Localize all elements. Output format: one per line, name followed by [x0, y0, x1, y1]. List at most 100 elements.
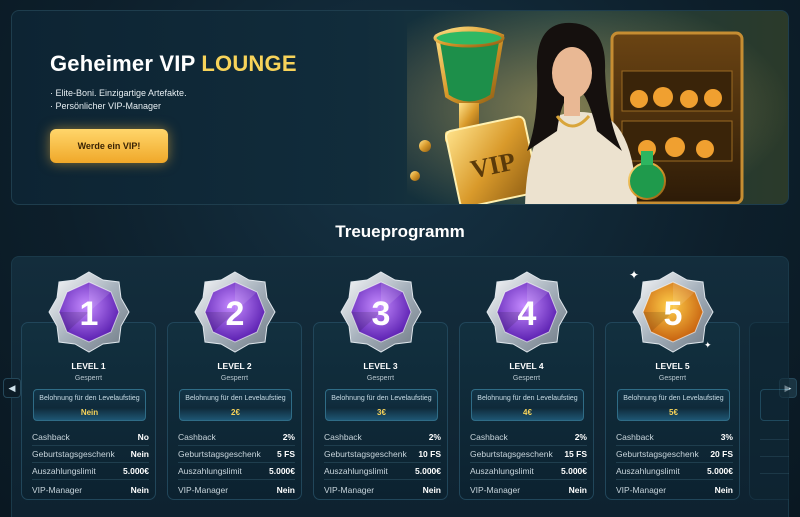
benefit-row-manager: VIP-Manager Nein: [470, 481, 587, 498]
level-up-reward: Belohnung für den Levelaufstieg Nein: [33, 389, 146, 421]
sparkle-icon: ✦: [629, 268, 640, 282]
benefit-label: Geburtstagsgeschenk: [324, 449, 407, 459]
benefit-value: 20 FS: [710, 449, 733, 459]
benefit-row-birthday: Geburtstagsgeschenk 10 FS: [324, 446, 441, 463]
level-name: LEVEL 2: [217, 361, 252, 371]
benefit-label: Geburtstagsgeschenk: [470, 449, 553, 459]
benefit-row-cashback: Cashback No: [32, 429, 149, 446]
benefit-row-withdrawal: Auszahlungslimit 5.000€: [178, 463, 295, 480]
level-card-partial: [749, 322, 789, 500]
hero-title: Geheimer VIP LOUNGE: [50, 51, 297, 76]
level-status: Gesperrt: [74, 375, 103, 382]
benefit-value: 5 FS: [277, 449, 295, 459]
benefit-row-cashback: Cashback 2%: [324, 429, 441, 446]
level-up-reward: Belohnung für den Levelaufstieg 3€: [325, 389, 438, 421]
benefit-value: 2%: [574, 432, 587, 442]
level-up-reward: Belohnung für den Levelaufstieg 4€: [471, 389, 584, 421]
benefit-label: Cashback: [616, 432, 654, 442]
level-up-reward: Belohnung für den Levelaufstieg 5€: [617, 389, 730, 421]
benefit-value: No: [137, 432, 149, 442]
reward-label: Belohnung für den Levelaufstieg: [623, 395, 724, 402]
reward-value: 3€: [377, 408, 386, 417]
benefit-row-manager: VIP-Manager Nein: [616, 481, 733, 498]
sparkle-icon: ✦: [704, 340, 712, 350]
benefit-value: 5.000€: [561, 466, 587, 476]
benefit-value: 5.000€: [707, 466, 733, 476]
benefit-label: Geburtstagsgeschenk: [32, 449, 115, 459]
benefit-value: Nein: [130, 484, 149, 495]
benefit-row-cashback: Cashback 2%: [470, 429, 587, 446]
hero-bullet: · Elite-Boni. Einzigartige Artefakte.: [50, 88, 187, 98]
vip-hero-banner: Geheimer VIP LOUNGE · Elite-Boni. Einzig…: [11, 10, 789, 205]
benefit-row-birthday: Geburtstagsgeschenk 15 FS: [470, 446, 587, 463]
level-status: Gesperrt: [366, 375, 395, 382]
level-badge-icon: 2: [194, 271, 276, 353]
benefit-value: 3%: [720, 432, 733, 442]
reward-value: 4€: [523, 408, 532, 417]
benefit-value: 10 FS: [418, 449, 441, 459]
benefit-row-withdrawal: Auszahlungslimit 5.000€: [470, 463, 587, 480]
benefit-value: Nein: [422, 484, 441, 495]
benefit-value: 5.000€: [415, 466, 441, 476]
hero-bullets: · Elite-Boni. Einzigartige Artefakte. · …: [50, 87, 187, 113]
benefit-label: Auszahlungslimit: [470, 466, 534, 476]
benefit-label: Auszahlungslimit: [178, 466, 242, 476]
level-badge-icon: 1: [48, 271, 130, 353]
level-name: LEVEL 3: [363, 361, 398, 371]
benefit-label: VIP-Manager: [324, 484, 375, 495]
benefit-label: Cashback: [32, 432, 70, 442]
chevron-left-icon[interactable]: ◀: [3, 378, 21, 398]
level-name: LEVEL 1: [71, 361, 106, 371]
benefit-row-manager: VIP-Manager Nein: [178, 481, 295, 498]
level-number: 3: [372, 295, 391, 333]
reward-label: Belohnung für den Levelaufstieg: [185, 395, 286, 402]
reward-value: 2€: [231, 408, 240, 417]
level-number: 2: [226, 295, 245, 333]
level-up-reward: Belohnung für den Levelaufstieg 2€: [179, 389, 292, 421]
level-number: 4: [518, 295, 537, 333]
benefit-row-manager: VIP-Manager Nein: [324, 481, 441, 498]
benefit-value: Nein: [568, 484, 587, 495]
benefit-value: 15 FS: [564, 449, 587, 459]
benefit-value: 2%: [428, 432, 441, 442]
level-badge-icon: 3: [340, 271, 422, 353]
benefit-row-withdrawal: Auszahlungslimit 5.000€: [616, 463, 733, 480]
benefit-label: Auszahlungslimit: [324, 466, 388, 476]
level-number: 5: [664, 295, 683, 333]
reward-label: Belohnung für den Levelaufstieg: [477, 395, 578, 402]
level-status: Gesperrt: [512, 375, 541, 382]
benefit-label: Cashback: [470, 432, 508, 442]
benefit-label: Auszahlungslimit: [32, 466, 96, 476]
benefit-row-birthday: Geburtstagsgeschenk 5 FS: [178, 446, 295, 463]
benefit-label: Geburtstagsgeschenk: [616, 449, 699, 459]
become-vip-button[interactable]: Werde ein VIP!: [50, 129, 168, 163]
reward-label: Belohnung für den Levelaufstieg: [331, 395, 432, 402]
benefit-row-withdrawal: Auszahlungslimit 5.000€: [324, 463, 441, 480]
benefit-row-cashback: Cashback 2%: [178, 429, 295, 446]
level-name: LEVEL 5: [655, 361, 690, 371]
level-number: 1: [80, 295, 99, 333]
reward-value: Nein: [80, 408, 99, 417]
reward-label: Belohnung für den Levelaufstieg: [39, 395, 140, 402]
benefit-label: VIP-Manager: [470, 484, 521, 495]
level-status: Gesperrt: [658, 375, 687, 382]
benefit-label: VIP-Manager: [616, 484, 667, 495]
level-badge-icon: 4: [486, 271, 568, 353]
hero-bullet: · Persönlicher VIP-Manager: [50, 101, 162, 111]
benefit-value: Nein: [130, 449, 149, 459]
reward-value: 5€: [669, 408, 678, 417]
benefit-label: Auszahlungslimit: [616, 466, 680, 476]
benefit-label: Cashback: [178, 432, 216, 442]
benefit-label: Geburtstagsgeschenk: [178, 449, 261, 459]
level-badge-icon: 5: [632, 271, 714, 353]
section-title: Treueprogramm: [335, 222, 465, 241]
benefit-row-birthday: Geburtstagsgeschenk Nein: [32, 446, 149, 463]
benefit-label: Cashback: [324, 432, 362, 442]
benefit-value: Nein: [714, 484, 733, 495]
benefit-row-birthday: Geburtstagsgeschenk 20 FS: [616, 446, 733, 463]
level-status: Gesperrt: [220, 375, 249, 382]
level-name: LEVEL 4: [509, 361, 544, 371]
hero-illustration: VIP: [407, 11, 788, 204]
benefit-label: VIP-Manager: [32, 484, 83, 495]
benefit-value: 5.000€: [123, 466, 149, 476]
